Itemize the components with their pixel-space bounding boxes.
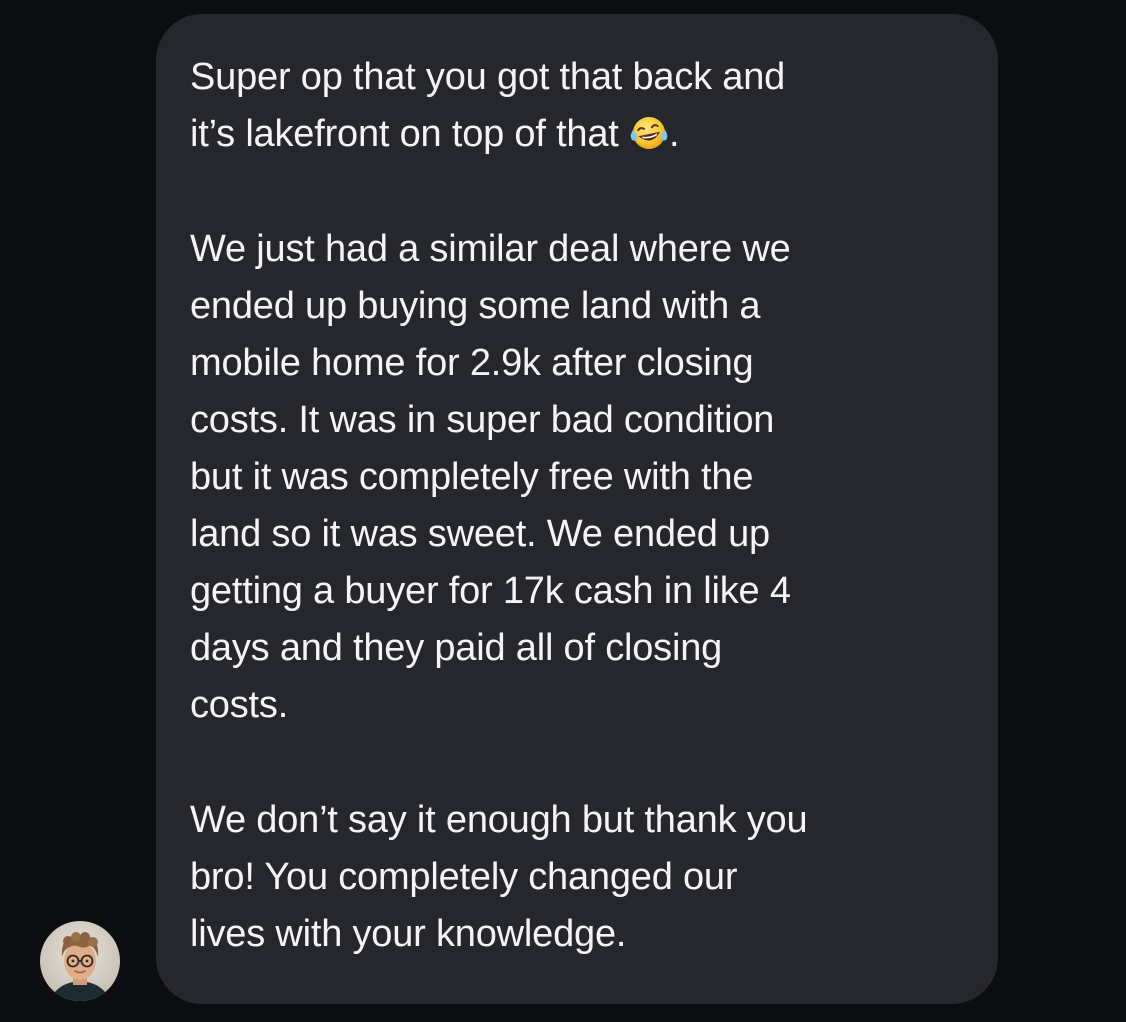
message-paragraph-2: We just had a similar deal where we ende…: [190, 221, 968, 734]
message-paragraph-1: Super op that you got that back and it’s…: [190, 49, 968, 163]
message-line: ended up buying some land with a: [190, 285, 761, 327]
message-line-punctuation: .: [669, 113, 680, 155]
message-line: mobile home for 2.9k after closing: [190, 342, 754, 384]
message-paragraph-3: We don’t say it enough but thank you bro…: [190, 792, 968, 963]
message-line: it’s lakefront on top of that .: [190, 106, 968, 163]
message-line: costs.: [190, 684, 289, 726]
message-line: Super op that you got that back and: [190, 56, 786, 98]
message-line: but it was completely free with the: [190, 456, 754, 498]
message-line: costs. It was in super bad condition: [190, 399, 775, 441]
message-line: lives with your knowledge.: [190, 913, 627, 955]
message-line: days and they paid all of closing: [190, 627, 723, 669]
message-line-text: it’s lakefront on top of that: [190, 113, 619, 155]
message-line: We don’t say it enough but thank you: [190, 799, 808, 841]
message-line: land so it was sweet. We ended up: [190, 513, 770, 555]
sender-avatar[interactable]: [40, 921, 120, 1001]
message-bubble[interactable]: Super op that you got that back and it’s…: [156, 14, 998, 1004]
message-line: getting a buyer for 17k cash in like 4: [190, 570, 791, 612]
tears-of-joy-emoji-icon: [630, 117, 668, 149]
profile-photo-icon: [40, 921, 120, 1001]
message-line: bro! You completely changed our: [190, 856, 738, 898]
chat-thread: Super op that you got that back and it’s…: [0, 0, 1126, 1022]
message-line: We just had a similar deal where we: [190, 228, 791, 270]
